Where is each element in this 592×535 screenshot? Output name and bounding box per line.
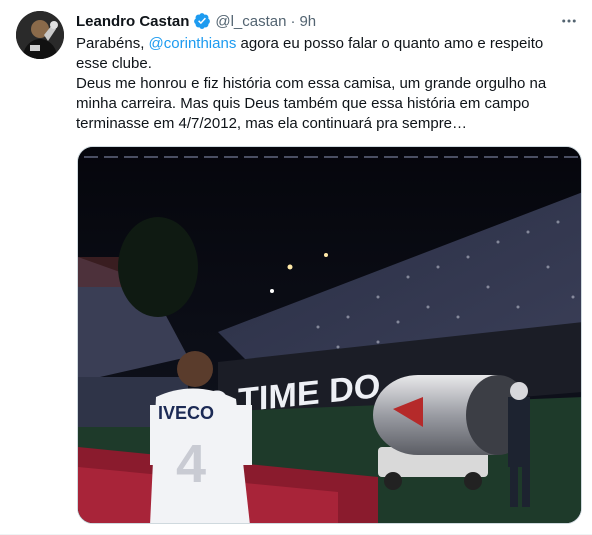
tweet-timestamp[interactable]: 9h <box>299 13 316 30</box>
author-name[interactable]: Leandro Castan <box>76 13 189 30</box>
more-options-icon <box>562 19 576 23</box>
tweet-text: Parabéns, @corinthians agora eu posso fa… <box>76 34 576 134</box>
text-segment: Parabéns, <box>76 35 149 52</box>
tweet-article[interactable]: Leandro Castan @l_castan · 9h Parabéns, … <box>0 0 592 535</box>
stadium-scene-image: O TIME DO IVECO 4 <box>78 147 581 523</box>
verified-badge-icon <box>194 13 211 29</box>
mention-link[interactable]: @corinthians <box>149 35 237 52</box>
tweet-paragraph-1: Parabéns, @corinthians agora eu posso fa… <box>76 34 576 74</box>
tweet-header: Leandro Castan @l_castan · 9h <box>76 11 316 31</box>
tweet-paragraph-2: Deus me honrou e fiz história com essa c… <box>76 75 547 132</box>
avatar-image <box>16 11 64 59</box>
jersey-number-text: 4 <box>176 434 206 494</box>
separator-dot: · <box>290 12 296 30</box>
author-avatar[interactable] <box>16 11 64 59</box>
author-handle[interactable]: @l_castan <box>215 13 286 30</box>
tweet-media-video[interactable]: O TIME DO IVECO 4 <box>77 146 582 524</box>
more-options-button[interactable] <box>558 10 580 32</box>
jersey-sponsor-text: IVECO <box>158 403 214 423</box>
